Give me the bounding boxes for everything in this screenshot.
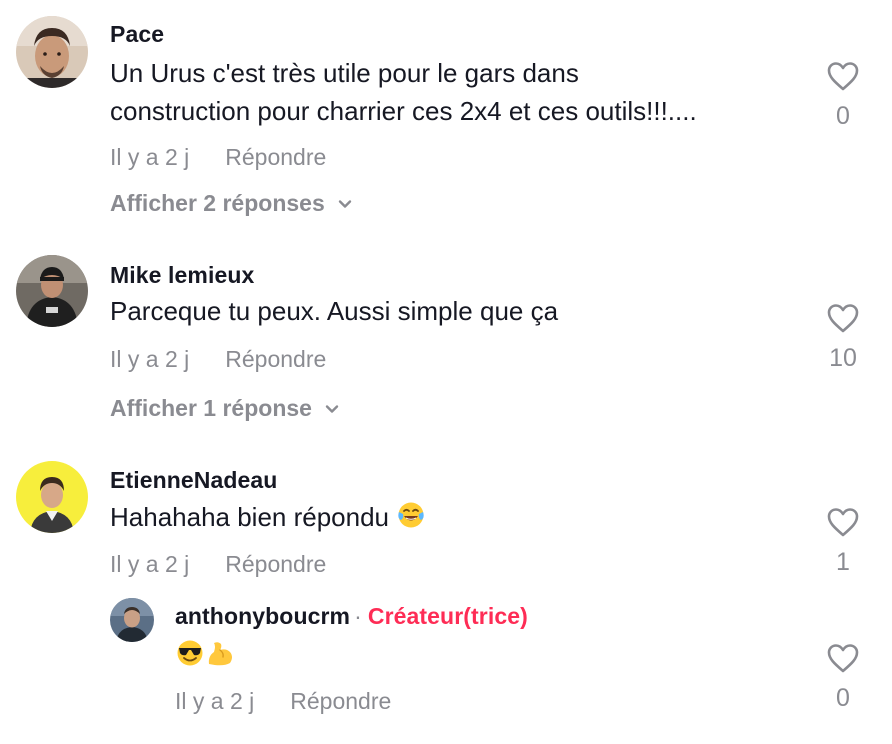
reply-emoji-row	[175, 636, 865, 674]
comment-meta: Il y a 2 j Répondre	[110, 346, 326, 373]
chevron-down-icon	[338, 199, 351, 208]
heart-outline-icon	[827, 644, 859, 673]
comment-text: Hahahaha bien répondu	[110, 498, 800, 536]
view-replies-button[interactable]: Afficher 2 réponses	[110, 190, 353, 217]
reply-timestamp: Il y a 2 j	[175, 688, 255, 714]
like-count: 10	[829, 344, 857, 372]
reply-button[interactable]: Répondre	[225, 551, 326, 577]
reply-button[interactable]: Répondre	[225, 144, 326, 170]
comment-text-line: Hahahaha bien répondu	[110, 498, 800, 536]
like-count: 1	[836, 548, 850, 576]
like-button[interactable]: 10	[814, 302, 872, 373]
heart-outline-icon	[827, 508, 859, 537]
avatar[interactable]	[16, 16, 88, 88]
comment-timestamp: Il y a 2 j	[110, 144, 190, 170]
avatar-image-mike	[16, 255, 88, 327]
like-button[interactable]: 1	[814, 506, 872, 577]
reply-text	[175, 636, 865, 674]
reply-meta: Il y a 2 j Répondre	[175, 688, 391, 715]
comment-username[interactable]: EtienneNadeau	[110, 467, 277, 494]
comment-text-line: Un Urus c'est très utile pour le gars da…	[110, 58, 579, 88]
comment-timestamp: Il y a 2 j	[110, 551, 190, 577]
reply-button[interactable]: Répondre	[290, 688, 391, 714]
avatar[interactable]	[16, 255, 88, 327]
view-replies-label: Afficher 1 réponse	[110, 395, 312, 421]
reply-username-row: anthonyboucrm · Créateur(trice)	[175, 603, 528, 630]
comment-text-content: Hahahaha bien répondu	[110, 502, 390, 532]
avatar-image-etienne	[16, 461, 88, 533]
view-replies-button[interactable]: Afficher 1 réponse	[110, 395, 340, 422]
comment-meta: Il y a 2 j Répondre	[110, 551, 326, 578]
flexed-biceps-emoji	[208, 642, 232, 666]
comment-username[interactable]: Pace	[110, 21, 164, 48]
smiling-face-with-sunglasses-emoji	[177, 640, 203, 666]
view-replies-label: Afficher 2 réponses	[110, 190, 325, 216]
chevron-down-icon	[325, 404, 339, 413]
avatar[interactable]	[110, 598, 154, 642]
reply-username[interactable]: anthonyboucrm	[175, 603, 350, 629]
avatar-image-anthony	[110, 598, 154, 642]
comment-text: Parceque tu peux. Aussi simple que ça	[110, 292, 800, 330]
comments-panel: Pace Un Urus c'est très utile pour le ga…	[0, 0, 892, 744]
comment-text-line: Parceque tu peux. Aussi simple que ça	[110, 296, 559, 326]
like-count: 0	[836, 684, 850, 712]
comment-meta: Il y a 2 j Répondre	[110, 144, 326, 171]
like-button[interactable]: 0	[814, 60, 872, 131]
creator-badge: Créateur(trice)	[367, 603, 528, 629]
heart-outline-icon	[827, 62, 859, 91]
comment-text-line: construction pour charrier ces 2x4 et ce…	[110, 96, 697, 126]
face-with-tears-of-joy-emoji	[398, 502, 424, 528]
creator-separator: ·	[354, 603, 362, 629]
like-count: 0	[836, 102, 850, 130]
like-button[interactable]: 0	[814, 642, 872, 713]
avatar-image-pace	[16, 16, 88, 88]
comment-text: Un Urus c'est très utile pour le gars da…	[110, 54, 800, 130]
heart-outline-icon	[827, 304, 859, 333]
comment-timestamp: Il y a 2 j	[110, 346, 190, 372]
reply-button[interactable]: Répondre	[225, 346, 326, 372]
comment-username[interactable]: Mike lemieux	[110, 262, 254, 289]
avatar[interactable]	[16, 461, 88, 533]
